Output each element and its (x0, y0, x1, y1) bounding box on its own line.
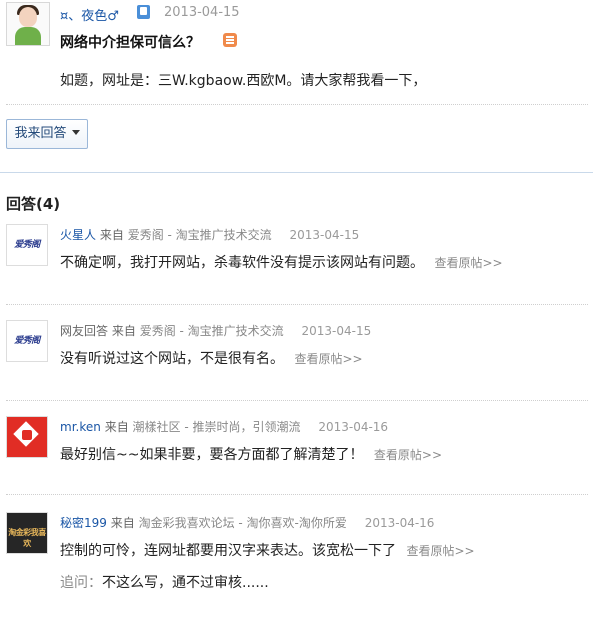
question-title: 网络中介担保可信么？ (60, 35, 200, 51)
answer-content: 没有听说过这个网站，不是很有名。 (60, 351, 284, 367)
source-logo-text: 淘金彩我喜欢 (8, 528, 46, 548)
from-label: 来自 (99, 228, 124, 242)
view-original-link[interactable]: 查看原帖>> (374, 448, 442, 462)
source-logo[interactable]: 淘金彩我喜欢 (6, 512, 48, 554)
answer-meta: 网友回答 来自 爱秀阁 - 淘宝推广技术交流 2013-04-15 (60, 322, 371, 339)
asker-name[interactable]: ¤、夜色♂ (60, 5, 119, 24)
from-label: 来自 (110, 516, 135, 530)
answer-date: 2013-04-15 (301, 324, 372, 338)
answers-count-heading: 回答(4) (6, 195, 61, 213)
answerer-name[interactable]: 秘密199 (60, 516, 107, 530)
source-name[interactable]: 淘金彩我喜欢论坛 - 淘你喜欢-淘你所爱 (139, 516, 347, 530)
answer-date: 2013-04-15 (289, 228, 360, 242)
followup-label: 追问： (60, 575, 102, 591)
source-name[interactable]: 潮樣社区 - 推崇时尚，引领潮流 (133, 420, 301, 434)
answerer-name: 网友回答 (60, 324, 109, 338)
user-avatar[interactable] (6, 2, 50, 46)
answer-text: 没有听说过这个网站，不是很有名。 查看原帖>> (60, 348, 363, 368)
divider (6, 304, 588, 305)
answer-content: 最好别信~~如果非要，要各方面都了解清楚了！ (60, 447, 364, 463)
divider (6, 400, 588, 401)
answer-button-label: 我来回答 (14, 126, 67, 141)
answer-meta: 秘密199 来自 淘金彩我喜欢论坛 - 淘你喜欢-淘你所爱 2013-04-16 (60, 514, 434, 531)
answer-meta: mr.ken 来自 潮樣社区 - 推崇时尚，引领潮流 2013-04-16 (60, 418, 388, 435)
answer-meta: 火星人 来自 爱秀阁 - 淘宝推广技术交流 2013-04-15 (60, 226, 359, 243)
answerer-name[interactable]: 火星人 (60, 228, 96, 242)
source-logo[interactable]: 爱秀阁 (6, 320, 48, 362)
from-label: 来自 (111, 324, 136, 338)
answer-text: 不确定啊，我打开网站，杀毒软件没有提示该网站有问题。 查看原帖>> (60, 252, 503, 272)
section-divider (0, 172, 593, 173)
source-logo[interactable] (6, 416, 48, 458)
answer-text: 控制的可怜，连网址都要用汉字来表达。该宽松一下了 查看原帖>> (60, 540, 475, 560)
view-original-link[interactable]: 查看原帖>> (434, 256, 502, 270)
answer-button[interactable]: 我来回答 (6, 119, 88, 149)
answer-content: 控制的可怜，连网址都要用汉字来表达。该宽松一下了 (60, 543, 396, 559)
divider (6, 104, 588, 105)
followup-text: 不这么写，通不过审核...... (102, 575, 269, 591)
view-original-link[interactable]: 查看原帖>> (294, 352, 362, 366)
document-icon[interactable] (223, 33, 237, 47)
answerer-name[interactable]: mr.ken (60, 420, 101, 434)
view-original-link[interactable]: 查看原帖>> (406, 544, 474, 558)
from-label: 来自 (104, 420, 129, 434)
source-name[interactable]: 爱秀阁 - 淘宝推广技术交流 (128, 228, 272, 242)
caret-down-icon (71, 130, 80, 135)
source-name[interactable]: 爱秀阁 - 淘宝推广技术交流 (140, 324, 284, 338)
source-logo-text: 爱秀阁 (14, 240, 40, 250)
followup-question: 追问：不这么写，通不过审核...... (60, 572, 269, 592)
question-body: 如题，网址是：三W.kgbaow.西欧M。请大家帮我看一下， (60, 73, 427, 89)
answer-content: 不确定啊，我打开网站，杀毒软件没有提示该网站有问题。 (60, 255, 424, 271)
answer-text: 最好别信~~如果非要，要各方面都了解清楚了！ 查看原帖>> (60, 444, 442, 464)
source-logo-text: 爱秀阁 (14, 336, 40, 346)
source-logo[interactable]: 爱秀阁 (6, 224, 48, 266)
mobile-icon (137, 5, 150, 19)
question-date: 2013-04-15 (164, 5, 240, 20)
answer-date: 2013-04-16 (318, 420, 389, 434)
answer-date: 2013-04-16 (364, 516, 435, 530)
divider (6, 494, 588, 495)
